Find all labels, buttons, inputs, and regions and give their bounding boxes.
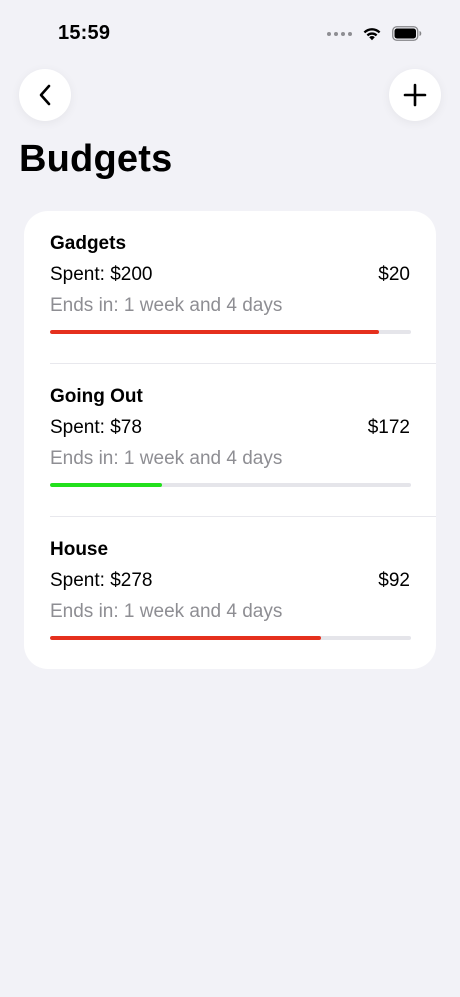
budget-ends: Ends in: 1 week and 4 days [50, 448, 283, 469]
budget-spent: Spent: $200 [50, 264, 153, 285]
budget-ends: Ends in: 1 week and 4 days [50, 295, 283, 316]
budget-ends: Ends in: 1 week and 4 days [50, 601, 283, 622]
budget-progress-bar [50, 636, 411, 640]
budget-item-going-out[interactable]: Going Out Spent: $78 $172 Ends in: 1 wee… [24, 364, 436, 517]
cellular-signal-icon [327, 31, 352, 36]
budget-item-house[interactable]: House Spent: $278 $92 Ends in: 1 week an… [24, 517, 436, 669]
plus-icon [403, 83, 427, 107]
budget-name: House [50, 539, 109, 560]
back-button[interactable] [19, 69, 71, 121]
add-budget-button[interactable] [389, 69, 441, 121]
budget-name: Going Out [50, 386, 143, 407]
budget-progress-fill [50, 483, 162, 487]
budget-progress-bar [50, 330, 411, 334]
budget-spent: Spent: $278 [50, 570, 153, 591]
chevron-left-icon [39, 84, 51, 106]
budget-remaining: $92 [378, 570, 410, 591]
budget-remaining: $20 [378, 264, 410, 285]
budget-name: Gadgets [50, 233, 127, 254]
wifi-icon [363, 28, 381, 41]
budget-spent: Spent: $78 [50, 417, 142, 438]
budget-item-gadgets[interactable]: Gadgets Spent: $200 $20 Ends in: 1 week … [24, 211, 436, 364]
battery-icon [392, 26, 422, 41]
status-time: 15:59 [58, 22, 111, 44]
budget-remaining: $172 [367, 417, 410, 438]
page-title: Budgets [19, 138, 173, 180]
budget-progress-fill [50, 330, 379, 334]
status-bar: 15:59 [0, 0, 460, 60]
status-icons [327, 26, 422, 41]
budget-progress-bar [50, 483, 411, 487]
budget-progress-fill [50, 636, 321, 640]
budgets-list: Gadgets Spent: $200 $20 Ends in: 1 week … [24, 211, 436, 669]
